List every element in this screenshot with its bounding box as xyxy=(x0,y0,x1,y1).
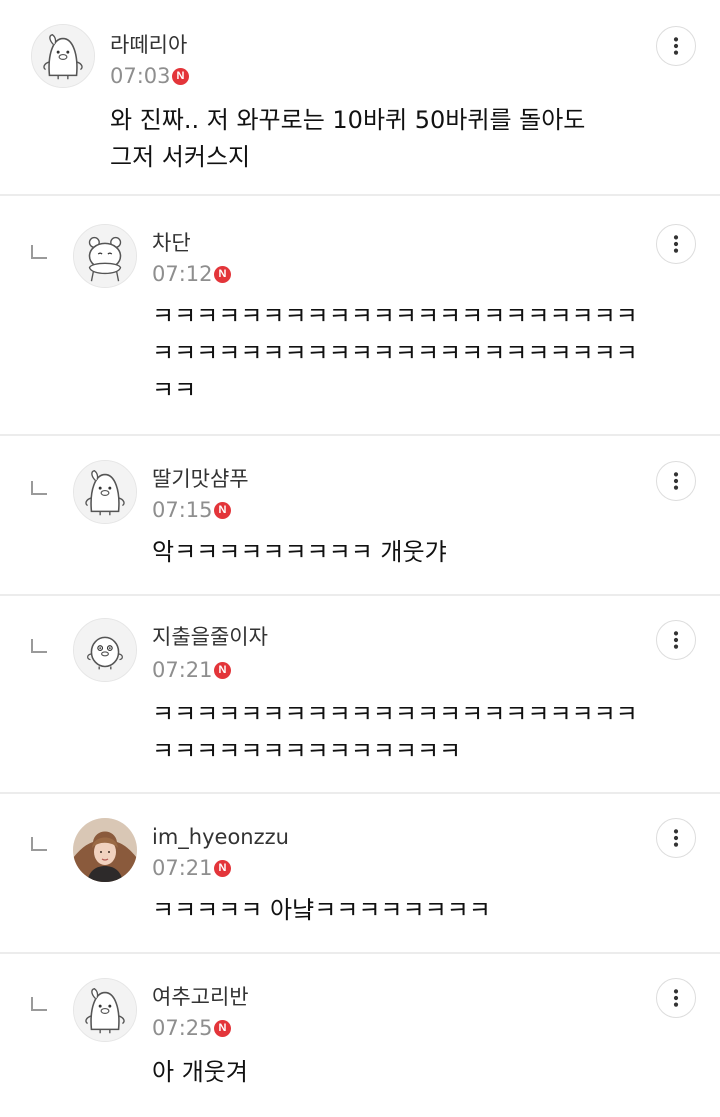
more-vertical-icon xyxy=(673,631,679,649)
more-vertical-icon xyxy=(673,472,679,490)
reply-indicator-icon xyxy=(31,639,47,653)
reply-item: 차단 07:12 N ㅋㅋㅋㅋㅋㅋㅋㅋㅋㅋㅋㅋㅋㅋㅋㅋㅋㅋㅋㅋㅋㅋ ㅋㅋㅋㅋㅋㅋ… xyxy=(0,196,720,436)
reply-item: 딸기맛샴푸 07:15 N 악ㅋㅋㅋㅋㅋㅋㅋㅋㅋ 개웃갸 xyxy=(0,436,720,596)
reply-item: 여추고리반 07:25 N 아 개웃겨 xyxy=(0,954,720,1117)
more-vertical-icon xyxy=(673,989,679,1007)
reply-indicator-icon xyxy=(31,837,47,851)
comment-time: 07:03 xyxy=(110,64,171,88)
penguin-character-icon[interactable] xyxy=(73,460,137,524)
reply-indicator-icon xyxy=(31,245,47,259)
more-options-button[interactable] xyxy=(656,461,696,501)
more-options-button[interactable] xyxy=(656,620,696,660)
more-options-button[interactable] xyxy=(656,224,696,264)
reply-item: im_hyeonzzu 07:21 N ㅋㅋㅋㅋㅋ 아냨ㅋㅋㅋㅋㅋㅋㅋㅋ xyxy=(0,794,720,954)
profile-photo[interactable] xyxy=(73,818,137,882)
comment-text: ㅋㅋㅋㅋㅋㅋㅋㅋㅋㅋㅋㅋㅋㅋㅋㅋㅋㅋㅋㅋㅋㅋ ㅋㅋㅋㅋㅋㅋㅋㅋㅋㅋㅋㅋㅋㅋㅋㅋㅋ… xyxy=(152,302,638,404)
more-vertical-icon xyxy=(673,829,679,847)
comment-item: 라떼리아 07:03 N 와 진짜.. 저 와꾸로는 10바퀴 50바퀴를 돌아… xyxy=(0,0,720,196)
comment-text: 와 진짜.. 저 와꾸로는 10바퀴 50바퀴를 돌아도 그저 서커스지 xyxy=(110,106,586,171)
comment-time: 07:25 xyxy=(152,1016,213,1040)
new-badge: N xyxy=(214,860,231,877)
more-options-button[interactable] xyxy=(656,818,696,858)
more-options-button[interactable] xyxy=(656,26,696,66)
new-badge: N xyxy=(214,662,231,679)
comment-text: 악ㅋㅋㅋㅋㅋㅋㅋㅋㅋ 개웃갸 xyxy=(152,538,447,566)
comment-time: 07:15 xyxy=(152,498,213,522)
new-badge: N xyxy=(214,1020,231,1037)
more-vertical-icon xyxy=(673,235,679,253)
more-options-button[interactable] xyxy=(656,978,696,1018)
comment-author[interactable]: 여추고리반 xyxy=(152,984,249,1010)
new-badge: N xyxy=(172,68,189,85)
comment-text: ㅋㅋㅋㅋㅋㅋㅋㅋㅋㅋㅋㅋㅋㅋㅋㅋㅋㅋㅋㅋㅋㅋ ㅋㅋㅋㅋㅋㅋㅋㅋㅋㅋㅋㅋㅋㅋ xyxy=(152,700,638,765)
reply-indicator-icon xyxy=(31,997,47,1011)
penguin-character-icon[interactable] xyxy=(31,24,95,88)
comment-author[interactable]: 지출을줄이자 xyxy=(152,624,268,650)
new-badge: N xyxy=(214,266,231,283)
reply-item: 지출을줄이자 07:21 N ㅋㅋㅋㅋㅋㅋㅋㅋㅋㅋㅋㅋㅋㅋㅋㅋㅋㅋㅋㅋㅋㅋ ㅋㅋ… xyxy=(0,596,720,794)
comment-text: 아 개웃겨 xyxy=(152,1058,248,1086)
penguin-character-icon[interactable] xyxy=(73,978,137,1042)
comment-time: 07:21 xyxy=(152,658,213,682)
comment-author[interactable]: im_hyeonzzu xyxy=(152,824,289,850)
comment-list: 라떼리아 07:03 N 와 진짜.. 저 와꾸로는 10바퀴 50바퀴를 돌아… xyxy=(0,0,720,1117)
bear-character-icon[interactable] xyxy=(73,224,137,288)
chick-character-icon[interactable] xyxy=(73,618,137,682)
more-vertical-icon xyxy=(673,37,679,55)
comment-author[interactable]: 딸기맛샴푸 xyxy=(152,466,249,492)
comment-time: 07:12 xyxy=(152,262,213,286)
comment-author[interactable]: 차단 xyxy=(152,230,191,256)
reply-indicator-icon xyxy=(31,481,47,495)
comment-author[interactable]: 라떼리아 xyxy=(110,32,187,58)
new-badge: N xyxy=(214,502,231,519)
comment-text: ㅋㅋㅋㅋㅋ 아냨ㅋㅋㅋㅋㅋㅋㅋㅋ xyxy=(152,896,491,924)
comment-time: 07:21 xyxy=(152,856,213,880)
